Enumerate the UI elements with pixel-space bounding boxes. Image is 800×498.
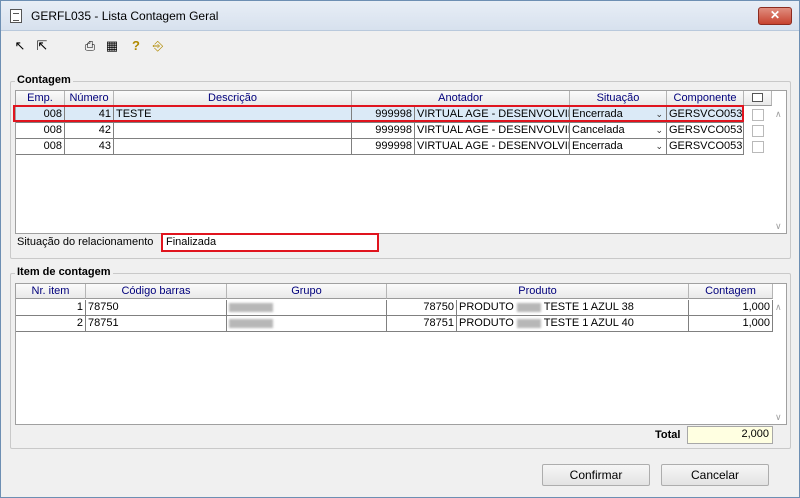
redacted-text <box>516 302 541 312</box>
cell-anotador-name: VIRTUAL AGE - DESENVOLVIM <box>415 123 570 139</box>
cell-codigo-barras: 78751 <box>86 316 227 332</box>
printer-icon[interactable]: ⎙ <box>81 37 99 55</box>
produto-suffix: TESTE 1 AZUL 38 <box>543 301 634 313</box>
produto-prefix: PRODUTO <box>459 301 514 313</box>
col-header-contagem[interactable]: Contagem <box>689 284 773 299</box>
contagem-group-label: Contagem <box>15 74 73 86</box>
cell-produto-name: PRODUTO TESTE 1 AZUL 38 <box>457 300 689 316</box>
cell-componente: GERSVCO053 <box>667 123 744 139</box>
cell-descricao <box>114 123 352 139</box>
produto-prefix: PRODUTO <box>459 317 514 329</box>
col-header-emp[interactable]: Emp. <box>16 91 65 106</box>
total-field: 2,000 <box>687 426 773 444</box>
cell-produto-code: 78750 <box>387 300 457 316</box>
cell-emp: 008 <box>16 139 65 155</box>
cell-anotador-name: VIRTUAL AGE - DESENVOLVIM <box>415 139 570 155</box>
cell-componente: GERSVCO053 <box>667 139 744 155</box>
situacao-dropdown[interactable]: Cancelada ⌄ <box>570 123 667 139</box>
col-header-codigo-barras[interactable]: Código barras <box>86 284 227 299</box>
arrow-select-icon[interactable]: ↖ <box>11 37 29 55</box>
cell-numero: 42 <box>65 123 114 139</box>
table-row[interactable]: 2 78751 78751 PRODUTO TESTE 1 AZUL 40 1,… <box>16 316 773 332</box>
scroll-down-icon[interactable]: ∨ <box>775 221 782 232</box>
col-header-anotador[interactable]: Anotador <box>352 91 570 106</box>
select-all-checkbox[interactable] <box>752 93 763 102</box>
produto-suffix: TESTE 1 AZUL 40 <box>543 317 634 329</box>
redacted-text <box>229 318 273 328</box>
table-row[interactable]: 008 43 999998 VIRTUAL AGE - DESENVOLVIM … <box>16 139 744 155</box>
contagem-grid: Emp. Número Descrição Anotador Situação … <box>15 90 787 234</box>
chevron-down-icon: ⌄ <box>655 109 663 119</box>
cell-nr-item: 2 <box>16 316 86 332</box>
window-title: GERFL035 - Lista Contagem Geral <box>31 9 219 23</box>
row-checkbox[interactable] <box>752 125 764 137</box>
double-arrow-icon[interactable]: ⇱ <box>33 37 51 55</box>
cell-emp: 008 <box>16 107 65 123</box>
col-header-descricao[interactable]: Descrição <box>114 91 352 106</box>
row-checkbox[interactable] <box>752 141 764 153</box>
scroll-up-icon[interactable]: ∧ <box>775 109 782 120</box>
cell-grupo <box>227 300 387 316</box>
situacao-value: Encerrada <box>572 140 623 152</box>
table-row[interactable]: 008 41 TESTE 999998 VIRTUAL AGE - DESENV… <box>16 107 744 123</box>
cancelar-button[interactable]: Cancelar <box>661 464 769 486</box>
cell-nr-item: 1 <box>16 300 86 316</box>
situacao-dropdown[interactable]: Encerrada ⌄ <box>570 107 667 123</box>
table-row[interactable]: 008 42 999998 VIRTUAL AGE - DESENVOLVIM … <box>16 123 744 139</box>
redacted-text <box>229 302 273 312</box>
item-contagem-group-label: Item de contagem <box>15 266 113 278</box>
cell-produto-code: 78751 <box>387 316 457 332</box>
title-bar: GERFL035 - Lista Contagem Geral ✕ <box>1 1 799 31</box>
cell-contagem: 1,000 <box>689 300 773 316</box>
cell-numero: 41 <box>65 107 114 123</box>
cell-anotador-code: 999998 <box>352 123 415 139</box>
document-icon <box>10 9 22 23</box>
chevron-down-icon: ⌄ <box>655 125 663 135</box>
cell-numero: 43 <box>65 139 114 155</box>
cell-anotador-code: 999998 <box>352 139 415 155</box>
cell-codigo-barras: 78750 <box>86 300 227 316</box>
total-label: Total <box>655 429 681 441</box>
chevron-down-icon: ⌄ <box>655 141 663 151</box>
redacted-text <box>516 318 541 328</box>
itens-grid: Nr. item Código barras Grupo Produto Con… <box>15 283 787 425</box>
scroll-up-icon[interactable]: ∧ <box>775 302 782 313</box>
cell-anotador-code: 999998 <box>352 107 415 123</box>
col-header-numero[interactable]: Número <box>65 91 114 106</box>
cell-emp: 008 <box>16 123 65 139</box>
col-header-situacao[interactable]: Situação <box>570 91 667 106</box>
situacao-value: Cancelada <box>572 124 625 136</box>
calendar-grid-icon[interactable]: ▦ <box>103 37 121 55</box>
relacionamento-field[interactable]: Finalizada <box>161 233 379 252</box>
cell-contagem: 1,000 <box>689 316 773 332</box>
confirmar-button[interactable]: Confirmar <box>542 464 650 486</box>
situacao-dropdown[interactable]: Encerrada ⌄ <box>570 139 667 155</box>
scroll-down-icon[interactable]: ∨ <box>775 412 782 423</box>
table-row[interactable]: 1 78750 78750 PRODUTO TESTE 1 AZUL 38 1,… <box>16 300 773 316</box>
exit-door-icon[interactable]: ⎆ <box>149 37 167 55</box>
col-header-produto[interactable]: Produto <box>387 284 689 299</box>
row-checkbox[interactable] <box>752 109 764 121</box>
col-header-grupo[interactable]: Grupo <box>227 284 387 299</box>
cell-descricao <box>114 139 352 155</box>
help-icon[interactable]: ? <box>127 37 145 55</box>
relacionamento-label: Situação do relacionamento <box>17 236 154 248</box>
close-button[interactable]: ✕ <box>758 7 792 25</box>
situacao-value: Encerrada <box>572 108 623 120</box>
cell-componente: GERSVCO053 <box>667 107 744 123</box>
cell-descricao: TESTE <box>114 107 352 123</box>
col-header-nr-item[interactable]: Nr. item <box>16 284 86 299</box>
main-window: GERFL035 - Lista Contagem Geral ✕ ↖ ⇱ ⎙ … <box>0 0 800 498</box>
cell-anotador-name: VIRTUAL AGE - DESENVOLVIM <box>415 107 570 123</box>
col-header-select-all[interactable] <box>744 91 772 106</box>
cell-grupo <box>227 316 387 332</box>
col-header-componente[interactable]: Componente <box>667 91 744 106</box>
cell-produto-name: PRODUTO TESTE 1 AZUL 40 <box>457 316 689 332</box>
